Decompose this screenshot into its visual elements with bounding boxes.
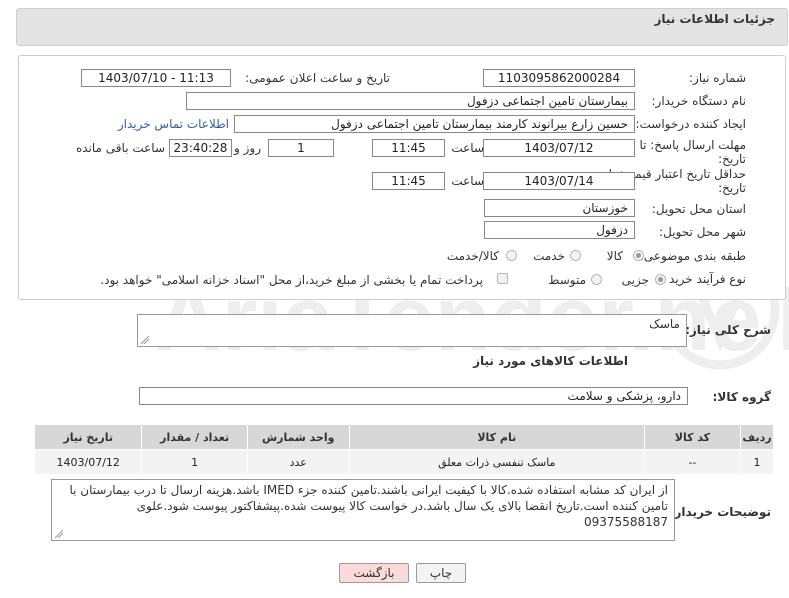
buyer-notes-value: از ایران کد مشابه استفاده شده.کالا با کی…: [69, 483, 668, 529]
days-field: 1: [268, 139, 334, 157]
remaining-label: ساعت باقی مانده: [75, 141, 165, 155]
page-title: جزئیات اطلاعات نیاز: [654, 12, 775, 26]
cell-quantity: 1: [141, 449, 248, 475]
description-label: شرح کلی نیاز:: [685, 323, 771, 337]
category-radio-goods-service[interactable]: [506, 250, 517, 261]
goods-table: ردیف کد کالا نام کالا واحد شمارش تعداد /…: [33, 424, 774, 475]
announce-label: تاریخ و ساعت اعلان عمومی:: [245, 71, 390, 85]
col-need-date: تاریخ نیاز: [33, 424, 143, 450]
description-textarea: ماسک: [137, 314, 687, 347]
category-label: طبقه بندی موضوعی:: [639, 249, 746, 263]
days-label: روز و: [234, 141, 261, 155]
goods-table-header: ردیف کد کالا نام کالا واحد شمارش تعداد /…: [33, 424, 774, 450]
deadline-label: مهلت ارسال پاسخ: تا: [639, 138, 746, 152]
buyer-org-label: نام دستگاه خریدار:: [651, 94, 747, 108]
category-radio-service[interactable]: [570, 250, 581, 261]
resize-grip-icon: [55, 530, 63, 538]
process-option-minor: جزیی: [621, 273, 649, 287]
col-row: ردیف: [740, 424, 774, 450]
validity-time-label: ساعت: [451, 174, 484, 188]
buyer-notes-textarea: از ایران کد مشابه استفاده شده.کالا با کی…: [51, 479, 675, 541]
process-option-medium: متوسط: [548, 273, 586, 287]
col-name: نام کالا: [348, 424, 645, 450]
province-field: خوزستان: [484, 199, 635, 217]
deadline-time-field: 11:45: [372, 139, 445, 157]
process-radio-medium[interactable]: [591, 274, 602, 285]
cell-need-date: 1403/07/12: [33, 449, 143, 475]
table-row: 1 -- ماسک تنفسی ذرات معلق عدد 1 1403/07/…: [33, 449, 774, 475]
requester-field: حسین زارع بیرانوند کارمند بیمارستان تامی…: [234, 115, 635, 133]
process-radio-minor[interactable]: [655, 274, 666, 285]
goods-section-title: اطلاعات کالاهای مورد نیاز: [473, 354, 628, 368]
validity-date-field: 1403/07/14: [483, 172, 635, 190]
category-option-goods: کالا: [606, 249, 623, 263]
treasury-payment-note: پرداخت تمام یا بخشی از مبلغ خرید،از محل …: [100, 273, 483, 287]
need-number-label: شماره نیاز:: [689, 71, 746, 85]
province-label: استان محل تحویل:: [651, 202, 746, 216]
city-field: دزفول: [484, 221, 635, 239]
remaining-time-field: 23:40:28: [169, 139, 232, 157]
deadline-time-label: ساعت: [451, 141, 484, 155]
cell-unit: عدد: [246, 449, 350, 475]
category-option-goods-service: کالا/خدمت: [446, 249, 499, 263]
need-number-field: 1103095862000284: [483, 69, 635, 87]
cell-name: ماسک تنفسی ذرات معلق: [348, 449, 645, 475]
deadline-label-date: تاریخ:: [718, 152, 746, 166]
resize-grip-icon: [141, 336, 149, 344]
announce-field: 1403/07/10 - 11:13: [81, 69, 231, 87]
cell-code: --: [643, 449, 742, 475]
buyer-notes-label: توضیحات خریدار:: [669, 505, 771, 519]
deadline-date-field: 1403/07/12: [483, 139, 635, 157]
print-button[interactable]: چاپ: [416, 563, 466, 583]
goods-group-label: گروه کالا:: [712, 390, 771, 404]
description-value: ماسک: [649, 317, 680, 331]
buyer-contact-link[interactable]: اطلاعات تماس خریدار: [118, 117, 229, 131]
buyer-org-field: بیمارستان تامین اجتماعی دزفول: [186, 92, 635, 110]
col-code: کد کالا: [643, 424, 742, 450]
validity-time-field: 11:45: [372, 172, 445, 190]
city-label: شهر محل تحویل:: [659, 225, 746, 239]
requester-label: ایجاد کننده درخواست:: [635, 117, 746, 131]
process-label: نوع فرآیند خرید :: [661, 272, 746, 286]
back-button[interactable]: بازگشت: [339, 563, 409, 583]
col-unit: واحد شمارش: [246, 424, 350, 450]
validity-label-date: تاریخ:: [718, 181, 746, 195]
cell-row: 1: [740, 449, 774, 475]
category-radio-goods[interactable]: [633, 250, 644, 261]
col-quantity: تعداد / مقدار: [141, 424, 248, 450]
category-option-service: خدمت: [533, 249, 565, 263]
treasury-payment-checkbox[interactable]: [497, 273, 508, 284]
goods-group-field: دارو، پزشکی و سلامت: [139, 387, 688, 405]
